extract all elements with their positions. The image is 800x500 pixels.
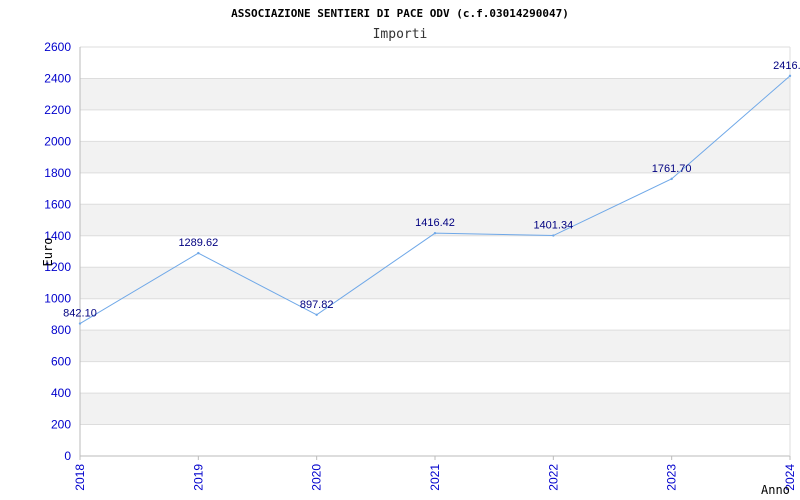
data-point xyxy=(197,251,200,255)
x-tick-label: 2021 xyxy=(428,464,442,491)
grid-band xyxy=(80,267,790,299)
y-axis-title: Euro xyxy=(41,238,55,267)
data-point xyxy=(552,234,555,237)
x-tick-label: 2018 xyxy=(73,464,87,491)
line-chart: 0200400600800100012001400160018002000220… xyxy=(41,7,800,497)
y-tick-label: 600 xyxy=(51,355,71,369)
x-axis-ticks: 2018 2019 2020 2021 2022 2023 2024 xyxy=(73,456,797,491)
y-tick-label: 200 xyxy=(51,418,71,432)
data-point xyxy=(670,177,673,181)
y-tick-label: 800 xyxy=(51,323,71,337)
y-tick-label: 0 xyxy=(64,449,71,463)
y-tick-label: 2400 xyxy=(44,71,71,85)
y-tick-label: 2000 xyxy=(44,134,71,148)
data-point xyxy=(788,74,792,78)
x-tick-label: 2019 xyxy=(191,464,205,491)
data-label: 1416.42 xyxy=(415,217,455,229)
grid-band xyxy=(80,78,790,110)
data-label: 1401.34 xyxy=(533,220,573,232)
data-label: 842.10 xyxy=(63,308,97,320)
data-point xyxy=(78,322,82,325)
grid-band xyxy=(80,393,790,425)
data-label: 897.82 xyxy=(300,299,334,311)
data-point xyxy=(433,231,437,235)
x-tick-label: 2023 xyxy=(665,464,679,491)
data-point xyxy=(315,313,318,316)
y-tick-label: 1000 xyxy=(44,292,71,306)
y-tick-label: 2600 xyxy=(44,40,71,54)
chart-title: ASSOCIAZIONE SENTIERI DI PACE ODV (c.f.0… xyxy=(231,7,569,20)
data-label: 1289.62 xyxy=(178,237,218,249)
y-tick-label: 1800 xyxy=(44,166,71,180)
x-tick-label: 2020 xyxy=(310,464,324,491)
x-axis-title: Anno xyxy=(761,483,790,497)
grid-bands xyxy=(80,78,790,425)
grid-band xyxy=(80,330,790,362)
y-tick-label: 1600 xyxy=(44,197,71,211)
y-tick-label: 2200 xyxy=(44,103,71,117)
chart-subtitle: Importi xyxy=(373,27,428,42)
data-label: 1761.70 xyxy=(652,163,692,175)
x-tick-label: 2022 xyxy=(546,464,560,491)
data-label: 2416.4 xyxy=(773,60,800,72)
y-tick-label: 400 xyxy=(51,386,71,400)
